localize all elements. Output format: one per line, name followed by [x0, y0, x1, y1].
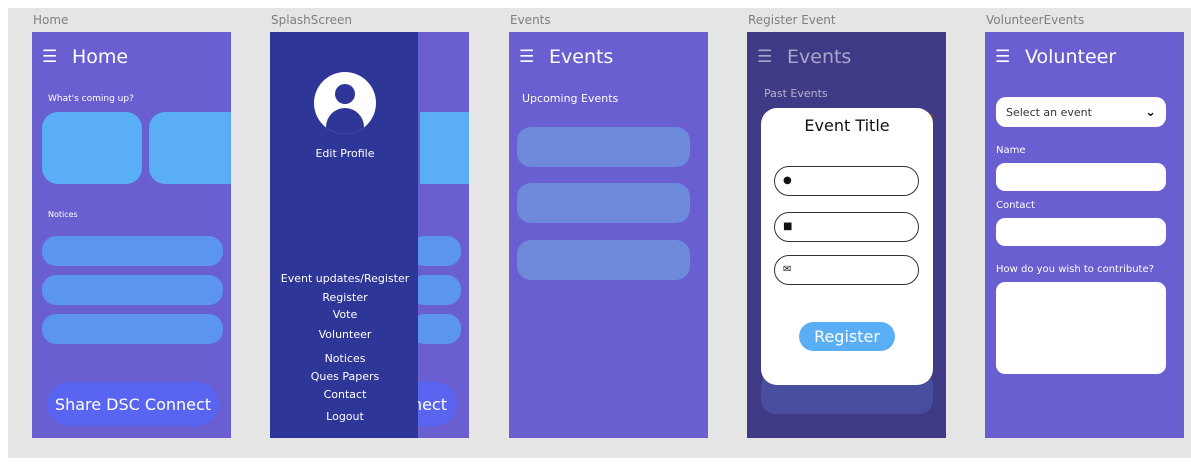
frame-label-splash: SplashScreen [271, 13, 353, 27]
menu-item-logout[interactable]: Logout [270, 410, 420, 423]
id-card-icon: ■ [783, 221, 793, 232]
event-card [420, 112, 469, 184]
register-modal: Event Title ● ■ ✉ Register [761, 108, 933, 385]
id-field[interactable]: ■ [774, 212, 919, 242]
frame-label-home: Home [33, 13, 69, 27]
menu-icon[interactable]: ☰ [995, 45, 1017, 69]
edit-profile-link[interactable]: Edit Profile [270, 147, 420, 160]
menu-icon: ☰ [757, 47, 773, 67]
menu-item-contact[interactable]: Contact [270, 388, 420, 401]
register-button[interactable]: Register [799, 322, 895, 351]
upcoming-events-label: Upcoming Events [522, 92, 619, 105]
register-header: ☰ Events [757, 45, 851, 69]
splash-frame: nect Edit Profile Event updates/Register… [270, 32, 469, 438]
menu-item-notices[interactable]: Notices [270, 352, 420, 365]
frame-label-events: Events [510, 13, 551, 27]
menu-item-ques-papers[interactable]: Ques Papers [270, 370, 420, 383]
volunteer-frame: ☰ Volunteer Select an event ⌄ Name Conta… [985, 32, 1184, 438]
menu-icon[interactable]: ☰ [42, 45, 64, 69]
menu-icon[interactable]: ☰ [519, 45, 541, 69]
notices-label: Notices [48, 210, 78, 219]
notice-item[interactable] [42, 314, 223, 344]
contribute-textarea[interactable] [996, 282, 1166, 374]
past-events-label: Past Events [764, 87, 828, 100]
home-header: ☰ Home [42, 45, 128, 69]
nav-drawer: Edit Profile Event updates/Register Regi… [270, 32, 418, 438]
select-placeholder: Select an event [1006, 105, 1092, 119]
notice-item[interactable] [42, 275, 223, 305]
page-title: Events [787, 46, 852, 68]
event-card[interactable] [42, 112, 142, 184]
share-button[interactable]: Share DSC Connect [47, 382, 219, 426]
event-list-item[interactable] [517, 127, 690, 167]
name-field[interactable]: ● [774, 166, 919, 196]
avatar-icon[interactable] [314, 72, 376, 134]
frame-label-register: Register Event [748, 13, 836, 27]
frame-label-volunteer: VolunteerEvents [986, 13, 1085, 27]
coming-up-label: What's coming up? [48, 94, 134, 104]
notice-item[interactable] [42, 236, 223, 266]
register-frame: ☰ Events Past Events Event Title ● ■ ✉ R… [747, 32, 946, 438]
contribute-label: How do you wish to contribute? [996, 264, 1154, 275]
page-title: Events [549, 46, 614, 68]
event-card[interactable] [149, 112, 231, 184]
name-label: Name [996, 145, 1026, 156]
chevron-down-icon: ⌄ [1145, 104, 1156, 120]
menu-item-event-updates[interactable]: Event updates/Register [270, 272, 420, 285]
page-title: Volunteer [1025, 46, 1117, 68]
events-frame: ☰ Events Upcoming Events [509, 32, 708, 438]
user-circle-icon: ● [783, 175, 792, 186]
email-field[interactable]: ✉ [774, 255, 919, 285]
mail-icon: ✉ [783, 264, 792, 275]
event-select[interactable]: Select an event ⌄ [996, 97, 1166, 127]
menu-item-volunteer[interactable]: Volunteer [270, 328, 420, 341]
events-header: ☰ Events [519, 45, 613, 69]
page-title: Home [72, 46, 129, 68]
name-input[interactable] [996, 163, 1166, 191]
contact-label: Contact [996, 200, 1035, 211]
home-frame: ☰ Home What's coming up? Notices Share D… [32, 32, 231, 438]
event-title: Event Title [804, 116, 890, 135]
contact-input[interactable] [996, 218, 1166, 246]
event-list-item[interactable] [517, 240, 690, 280]
volunteer-header: ☰ Volunteer [995, 45, 1116, 69]
event-list-item[interactable] [517, 183, 690, 223]
menu-item-register[interactable]: Register [270, 291, 420, 304]
menu-item-vote[interactable]: Vote [270, 308, 420, 321]
